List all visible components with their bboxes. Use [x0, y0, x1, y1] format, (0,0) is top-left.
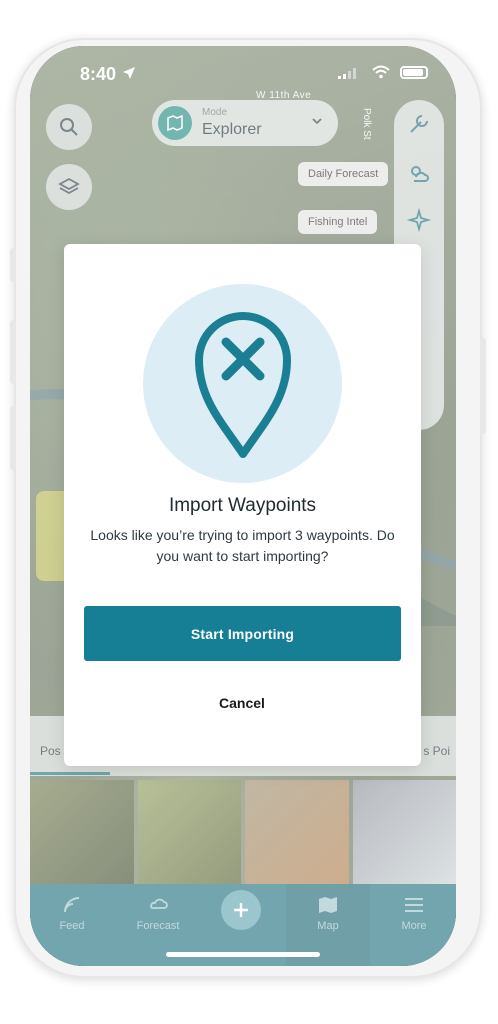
start-importing-button[interactable]: Start Importing — [84, 606, 401, 661]
power-button — [480, 338, 486, 434]
location-x-icon — [194, 311, 291, 458]
volume-up-button — [10, 320, 16, 384]
mute-switch — [10, 248, 16, 282]
dialog-title: Import Waypoints — [168, 495, 317, 516]
dialog-icon-circle — [143, 284, 342, 483]
home-indicator[interactable] — [166, 952, 320, 957]
dialog-message: Looks like you’re trying to import 3 way… — [90, 527, 395, 564]
import-waypoints-dialog: Import Waypoints Looks like you’re tryin… — [64, 244, 421, 766]
volume-down-button — [10, 406, 16, 470]
cancel-button[interactable]: Cancel — [182, 688, 302, 718]
